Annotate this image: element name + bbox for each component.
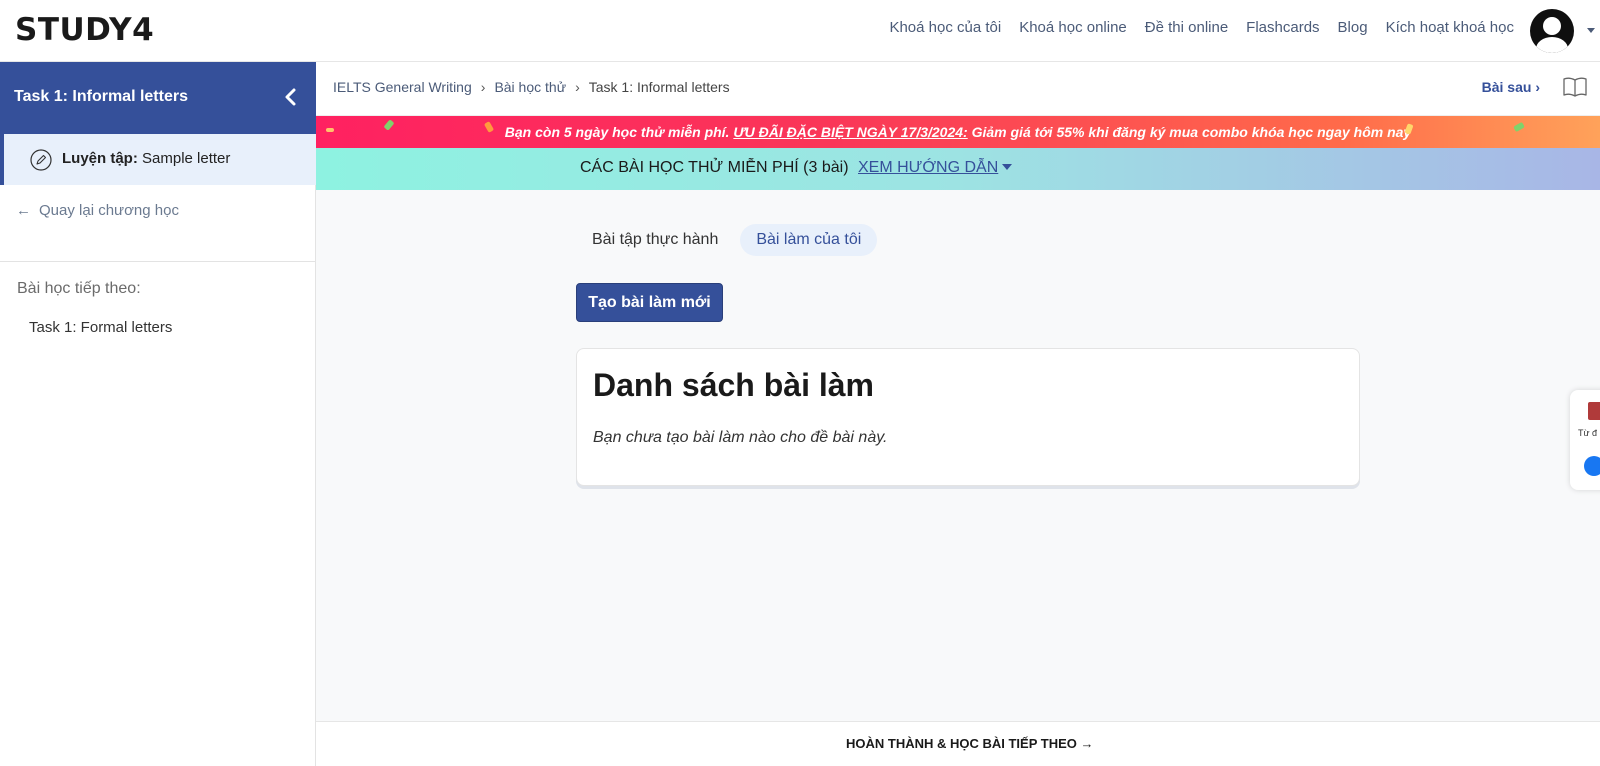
arrow-left-icon: ← xyxy=(16,202,31,219)
trial-lessons-bar: CÁC BÀI HỌC THỬ MIỄN PHÍ (3 bài) XEM HƯỚ… xyxy=(316,148,1600,190)
confetti-decoration xyxy=(326,128,334,132)
chevron-right-icon: › xyxy=(1535,79,1540,95)
pencil-icon xyxy=(30,149,52,171)
chevron-down-icon[interactable] xyxy=(1587,28,1595,33)
confetti-decoration xyxy=(483,121,495,133)
next-lesson-item[interactable]: Task 1: Formal letters xyxy=(29,319,172,336)
nav-online-tests[interactable]: Đề thi online xyxy=(1145,19,1228,36)
tab-my-submissions[interactable]: Bài làm của tôi xyxy=(740,224,878,256)
trial-lessons-text: CÁC BÀI HỌC THỬ MIỄN PHÍ (3 bài) xyxy=(580,159,849,176)
confetti-decoration xyxy=(383,119,395,131)
top-navbar: STUDY4 Khoá học của tôi Khoá học online … xyxy=(0,0,1600,62)
breadcrumb-ielts-general-writing[interactable]: IELTS General Writing xyxy=(333,79,472,95)
confetti-decoration xyxy=(1513,121,1525,133)
dictionary-icon[interactable] xyxy=(1588,402,1600,420)
promo-text-after: Giảm giá tới 55% khi đăng ký mua combo k… xyxy=(971,124,1412,140)
empty-state-text: Bạn chưa tạo bài làm nào cho đề bài này. xyxy=(593,429,888,446)
breadcrumb-bar: IELTS General Writing › Bài học thử › Ta… xyxy=(316,62,1600,116)
promo-highlight: ƯU ĐÃI ĐẶC BIỆT NGÀY 17/3/2024: xyxy=(733,124,968,140)
sidebar-title: Task 1: Informal letters xyxy=(14,88,188,105)
avatar-head xyxy=(1543,17,1561,35)
messenger-icon[interactable] xyxy=(1584,456,1600,476)
complete-label: HOÀN THÀNH & HỌC BÀI TIẾP THEO xyxy=(846,736,1077,751)
breadcrumb: IELTS General Writing › Bài học thử › Ta… xyxy=(333,79,730,95)
main-nav: Khoá học của tôi Khoá học online Đề thi … xyxy=(871,19,1514,36)
sidebar-header: Task 1: Informal letters xyxy=(0,62,316,134)
next-lesson-heading: Bài học tiếp theo: xyxy=(17,280,141,297)
caret-down-icon xyxy=(1002,164,1013,170)
nav-online-courses[interactable]: Khoá học online xyxy=(1019,19,1127,36)
sidebar: Task 1: Informal letters Luyện tập: Samp… xyxy=(0,62,316,766)
next-lesson-button[interactable]: Bài sau › xyxy=(1482,79,1540,95)
back-label: Quay lại chương học xyxy=(39,202,179,219)
promo-text-before: Bạn còn 5 ngày học thử miễn phí. xyxy=(504,124,730,140)
breadcrumb-trial-lessons[interactable]: Bài học thử xyxy=(494,79,566,95)
nav-flashcards[interactable]: Flashcards xyxy=(1246,19,1319,36)
complete-and-next-button[interactable]: HOÀN THÀNH & HỌC BÀI TIẾP THEO → xyxy=(846,736,1094,751)
chevron-right-icon: › xyxy=(575,79,580,95)
sidebar-item-label: Luyện tập: Sample letter xyxy=(62,150,230,167)
chevron-right-icon: › xyxy=(480,79,486,95)
create-new-submission-button[interactable]: Tạo bài làm mới xyxy=(576,283,723,322)
footer-bar: HOÀN THÀNH & HỌC BÀI TIẾP THEO → xyxy=(316,721,1600,766)
arrow-right-icon: → xyxy=(1080,736,1094,751)
nav-my-courses[interactable]: Khoá học của tôi xyxy=(889,19,1001,36)
promo-banner[interactable]: Bạn còn 5 ngày học thử miễn phí. ƯU ĐÃI … xyxy=(316,116,1600,148)
back-to-chapter-link[interactable]: ← Quay lại chương học xyxy=(16,202,179,219)
submission-list-card: Danh sách bài làm Bạn chưa tạo bài làm n… xyxy=(576,348,1360,486)
nav-blog[interactable]: Blog xyxy=(1338,19,1368,36)
sidebar-item-text: Sample letter xyxy=(142,150,231,167)
logo[interactable]: STUDY4 xyxy=(15,12,154,48)
chevron-left-icon[interactable] xyxy=(280,86,302,108)
tab-practice-exercises[interactable]: Bài tập thực hành xyxy=(576,224,734,256)
avatar-body xyxy=(1536,37,1568,53)
tab-list: Bài tập thực hành Bài làm của tôi xyxy=(576,224,883,256)
main-content: Bài tập thực hành Bài làm của tôi Tạo bà… xyxy=(316,190,1600,721)
card-title: Danh sách bài làm xyxy=(593,367,874,403)
sidebar-item-prefix: Luyện tập: xyxy=(62,150,138,167)
next-lesson-label: Bài sau xyxy=(1481,79,1532,95)
book-icon[interactable] xyxy=(1562,76,1588,98)
floating-widget: Từ đ xyxy=(1570,390,1600,490)
avatar[interactable] xyxy=(1530,9,1574,53)
view-guide-label: XEM HƯỚNG DẪN xyxy=(858,159,999,176)
breadcrumb-current: Task 1: Informal letters xyxy=(588,79,730,95)
sidebar-item-sample-letter[interactable]: Luyện tập: Sample letter xyxy=(0,134,316,185)
view-guide-link[interactable]: XEM HƯỚNG DẪN xyxy=(858,159,1013,177)
dictionary-label: Từ đ xyxy=(1578,428,1598,438)
nav-activate-course[interactable]: Kích hoạt khoá học xyxy=(1386,19,1514,36)
sidebar-divider xyxy=(0,261,316,262)
